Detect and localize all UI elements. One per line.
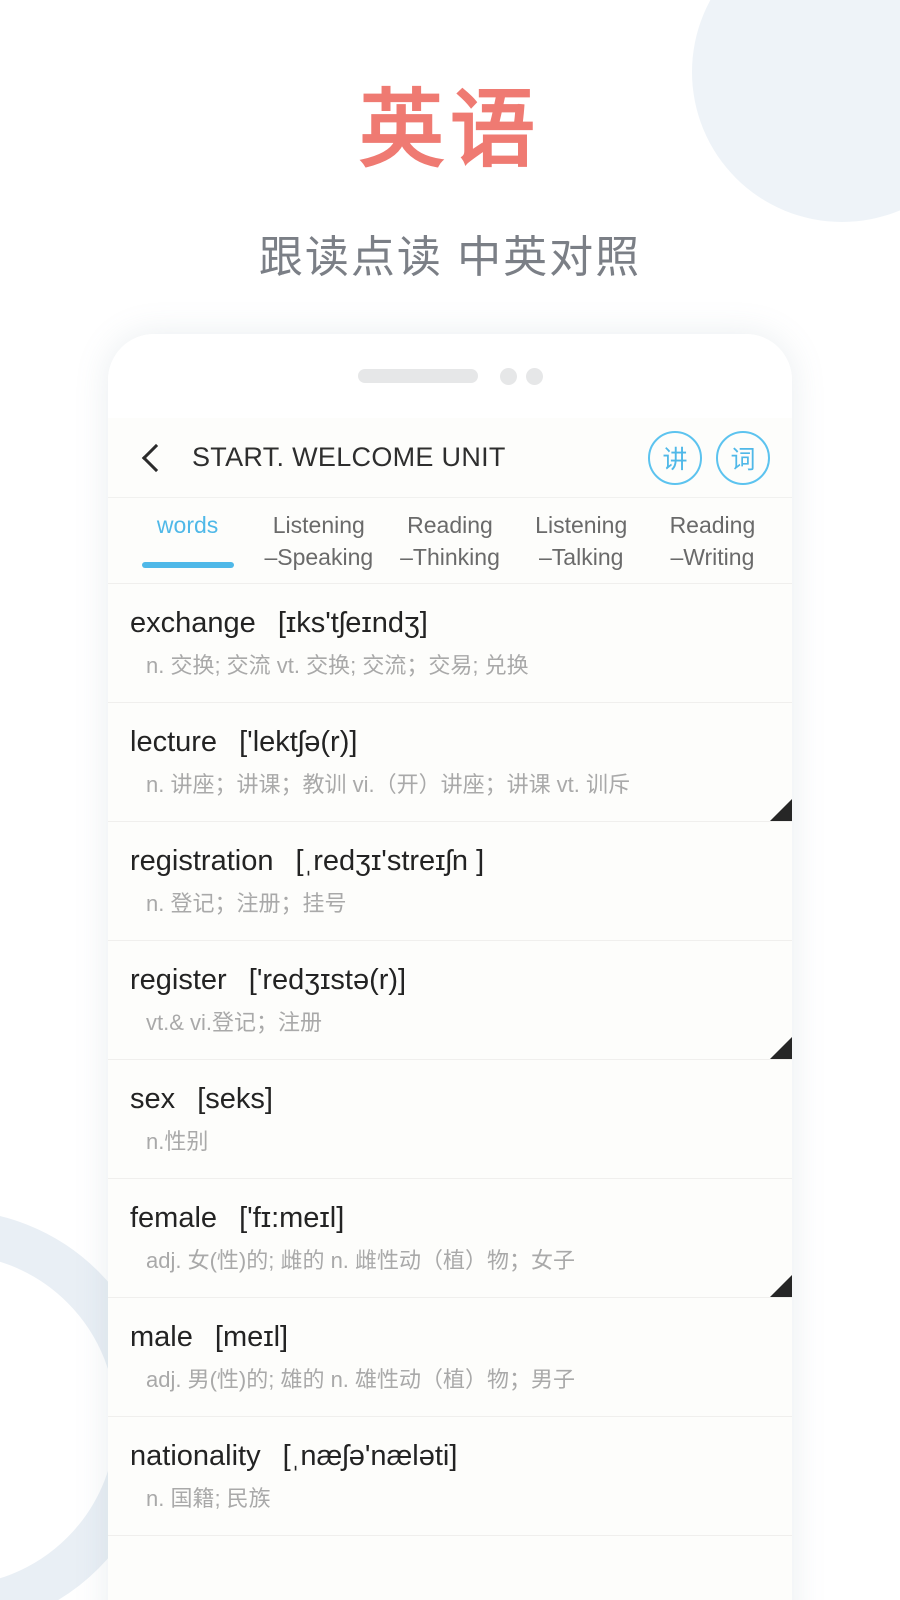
list-item[interactable]: exchange [ɪks'tʃeɪndʒ] n. 交换; 交流 vt. 交换;… [108, 584, 792, 703]
word-term: exchange [130, 607, 256, 639]
word-definition: n. 登记；注册；挂号 [146, 891, 347, 917]
word-term: nationality [130, 1439, 261, 1472]
tab-listening-talking[interactable]: Listening –Talking [516, 510, 647, 585]
tab-bar: words Listening –Speaking Reading –Think… [108, 498, 792, 584]
camera-sensor-dot-icon [525, 367, 543, 385]
word-definition: n.性别 [146, 1128, 209, 1154]
header-actions: 讲 词 [648, 430, 770, 485]
corner-marker-icon [770, 798, 792, 821]
word-phonetic: [meɪl] [214, 1320, 289, 1353]
corner-marker-icon [770, 1274, 792, 1297]
list-item[interactable]: nationality [ˌnæʃə'næləti] n. 国籍; 民族 [108, 1417, 792, 1536]
tab-listening-speaking[interactable]: Listening –Speaking [253, 510, 384, 585]
word-headword: sex [seks] [130, 1080, 766, 1119]
tab-reading-thinking[interactable]: Reading –Thinking [384, 510, 515, 585]
tab-reading-writing[interactable]: Reading –Writing [647, 510, 778, 585]
back-chevron-icon[interactable] [134, 441, 168, 475]
word-term: sex [130, 1082, 176, 1115]
phone-mockup: START. WELCOME UNIT 讲 词 words Listening … [108, 334, 792, 1600]
word-definition: adj. 男(性)的; 雄的 n. 雄性动（植）物；男子 [146, 1366, 576, 1392]
word-definition: vt.& vi.登记；注册 [146, 1009, 323, 1035]
word-term: male [130, 1320, 193, 1353]
list-item[interactable]: register ['redʒɪstə(r)] vt.& vi.登记；注册 [108, 941, 792, 1060]
list-item[interactable]: female ['fɪ:meɪl] adj. 女(性)的; 雌的 n. 雌性动（… [108, 1179, 792, 1298]
word-term: lecture [130, 725, 218, 758]
corner-marker-icon [770, 1036, 792, 1059]
word-headword: exchange [ɪks'tʃeɪndʒ] [130, 604, 766, 643]
list-item[interactable]: male [meɪl] adj. 男(性)的; 雄的 n. 雄性动（植）物；男子 [108, 1298, 792, 1417]
word-list[interactable]: exchange [ɪks'tʃeɪndʒ] n. 交换; 交流 vt. 交换;… [108, 584, 792, 1600]
word-definition: n. 交换; 交流 vt. 交换; 交流；交易; 兑换 [146, 653, 529, 679]
word-term: registration [130, 844, 274, 877]
camera-sensor-dot-icon [499, 367, 517, 385]
word-term: female [130, 1201, 218, 1234]
word-headword: nationality [ˌnæʃə'næləti] [130, 1437, 766, 1476]
tab-words[interactable]: words [122, 510, 253, 554]
word-phonetic: ['redʒɪstə(r)] [248, 963, 407, 996]
list-item-partial[interactable] [108, 1536, 792, 1600]
word-phonetic: ['lektʃə(r)] [239, 725, 358, 758]
page-subtitle: 跟读点读 中英对照 [258, 233, 642, 282]
word-headword: female ['fɪ:meɪl] [130, 1199, 766, 1238]
word-headword: lecture ['lektʃə(r)] [130, 723, 766, 762]
lecture-button[interactable]: 讲 [648, 430, 702, 485]
phone-top-bezel [108, 334, 792, 418]
word-headword: register ['redʒɪstə(r)] [130, 961, 766, 1000]
word-phonetic: [seks] [197, 1082, 273, 1115]
word-headword [130, 1556, 766, 1595]
page-title: 英语 [358, 83, 541, 178]
word-phonetic: ['fɪ:meɪl] [239, 1201, 345, 1234]
sensor-dots [499, 367, 543, 385]
word-headword: registration [ˌredʒɪ'streɪʃn ] [130, 842, 766, 881]
promo-page: 英语 跟读点读 中英对照 START. WELCOME UNIT 讲 词 wor… [0, 0, 900, 1600]
word-definition: adj. 女(性)的; 雌的 n. 雌性动（植）物；女子 [146, 1247, 576, 1273]
word-phonetic: [ˌnæʃə'næləti] [282, 1439, 458, 1472]
word-phonetic: [ɪks'tʃeɪndʒ] [277, 607, 428, 639]
word-definition: n. 国籍; 民族 [146, 1485, 271, 1511]
app-header: START. WELCOME UNIT 讲 词 [108, 418, 792, 498]
speaker-grille-icon [357, 369, 478, 383]
word-headword: male [meɪl] [130, 1318, 766, 1357]
header-title: START. WELCOME UNIT [192, 442, 506, 472]
list-item[interactable]: sex [seks] n.性别 [108, 1060, 792, 1179]
list-item[interactable]: lecture ['lektʃə(r)] n. 讲座；讲课；教训 vi.（开）讲… [108, 703, 792, 822]
word-definition: n. 讲座；讲课；教训 vi.（开）讲座；讲课 vt. 训斥 [146, 772, 631, 798]
word-phonetic: [ˌredʒɪ'streɪʃn ] [295, 844, 485, 877]
word-term: register [130, 963, 227, 996]
list-item[interactable]: registration [ˌredʒɪ'streɪʃn ] n. 登记；注册；… [108, 822, 792, 941]
vocabulary-button[interactable]: 词 [716, 430, 770, 485]
